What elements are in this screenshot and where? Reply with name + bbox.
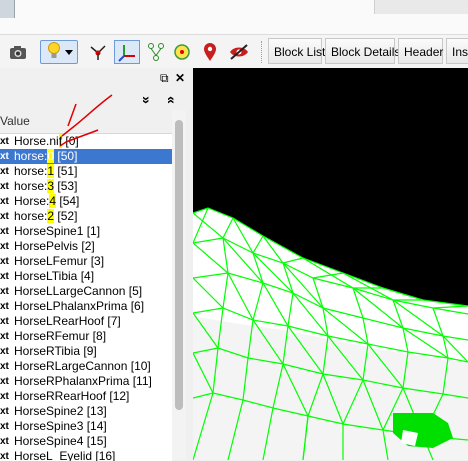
- red-annotation-arrows: [59, 94, 113, 147]
